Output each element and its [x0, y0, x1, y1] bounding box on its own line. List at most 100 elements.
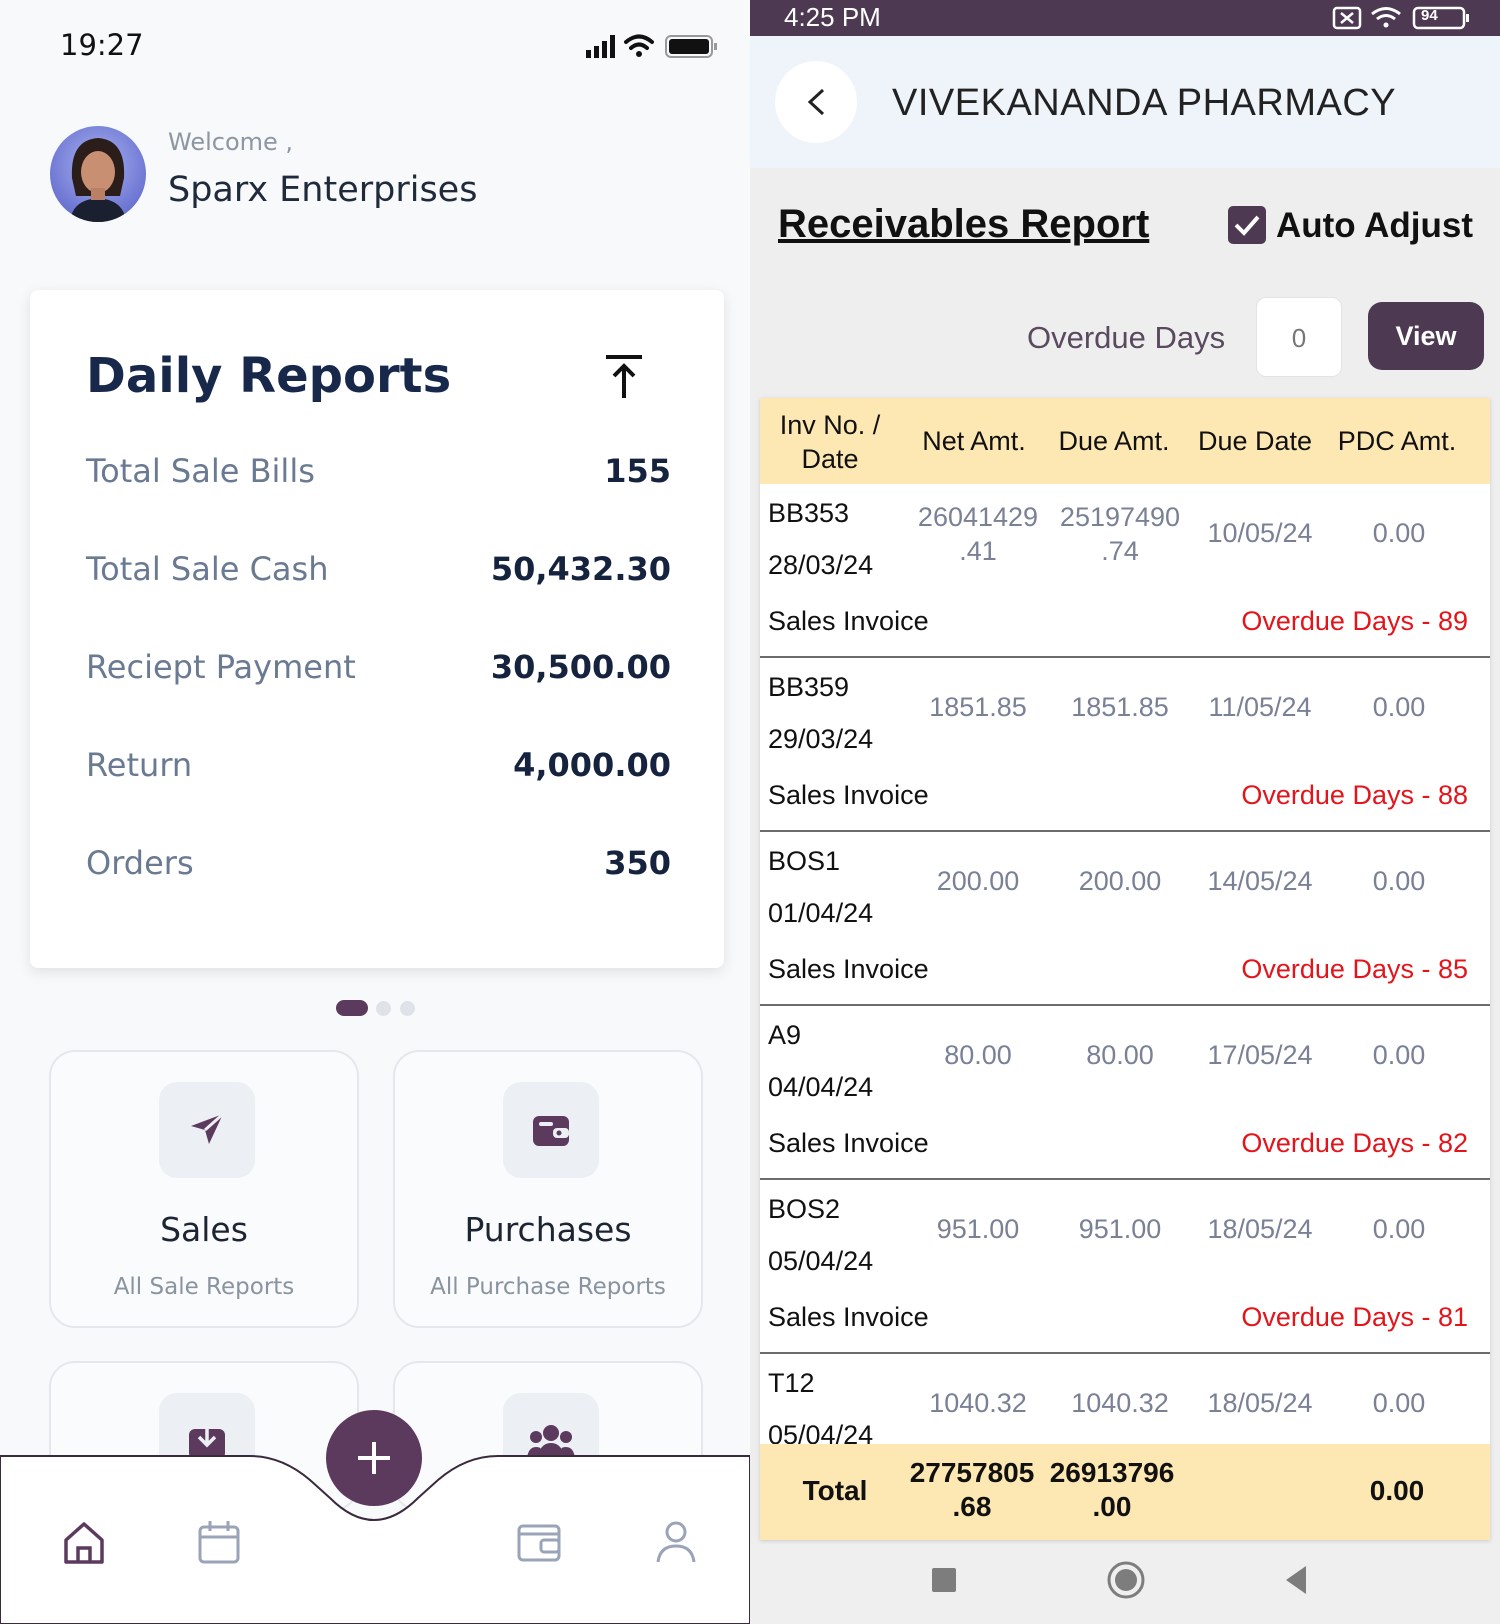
table-row[interactable]: A9 04/04/24 80.00 80.00 17/05/24 0.00 Sa…	[760, 1006, 1490, 1180]
status-icons	[586, 34, 717, 58]
profile-icon[interactable]	[652, 1518, 700, 1566]
wallet-icon[interactable]	[515, 1518, 563, 1566]
due-amt: 1851.85	[1071, 692, 1169, 722]
send-icon	[191, 1112, 224, 1144]
inv-date: 01/04/24	[768, 898, 874, 928]
total-due-amt: 26913796.00	[1049, 1457, 1175, 1522]
card-title: Daily Reports	[86, 348, 452, 404]
calendar-icon[interactable]	[195, 1518, 243, 1566]
report-row-total-sale-cash: Total Sale Cash 50,432.30	[86, 542, 671, 592]
due-date: 18/05/24	[1207, 1388, 1313, 1418]
view-button[interactable]: View	[1368, 302, 1484, 370]
inv-no: BB353	[768, 498, 850, 528]
table-total-row: Total 27757805.68 26913796.00 0.00	[760, 1444, 1490, 1540]
invoice-type: Sales Invoice	[768, 606, 929, 636]
sales-icon-box	[159, 1082, 255, 1178]
inv-date: 05/04/24	[768, 1246, 874, 1276]
status-bar: 4:25 PM 94	[750, 0, 1500, 36]
add-button[interactable]	[326, 1410, 422, 1506]
inv-no: BOS1	[768, 846, 841, 876]
pdc-amt: 0.00	[1372, 692, 1426, 722]
col-due-date: Due Date	[1197, 426, 1313, 456]
carousel-dot[interactable]	[400, 1001, 415, 1016]
carousel-dot[interactable]	[376, 1001, 391, 1016]
row-value: 4,000.00	[513, 746, 671, 784]
due-amt: 200.00	[1078, 866, 1162, 896]
due-amt: 25197490.74	[1059, 502, 1181, 566]
table-row[interactable]: BB353 28/03/24 26041429.41 25197490.74 1…	[760, 484, 1490, 658]
due-date: 18/05/24	[1207, 1214, 1313, 1244]
due-amt: 951.00	[1078, 1214, 1162, 1244]
due-date: 11/05/24	[1208, 692, 1312, 722]
plus-icon	[358, 1442, 390, 1474]
status-time: 4:25 PM	[784, 2, 881, 32]
back-icon[interactable]	[1282, 1564, 1310, 1596]
daily-reports-card: Daily Reports Total Sale Bills 155 Total…	[30, 290, 724, 968]
avatar[interactable]	[50, 126, 146, 222]
pdc-amt: 0.00	[1372, 518, 1426, 548]
total-label: Total	[802, 1475, 868, 1506]
invoice-type: Sales Invoice	[768, 954, 929, 984]
check-icon	[1234, 215, 1260, 236]
home-icon[interactable]	[1106, 1560, 1146, 1600]
table-row[interactable]: BOS2 05/04/24 951.00 951.00 18/05/24 0.0…	[760, 1180, 1490, 1354]
overdue-days-input[interactable]: 0	[1256, 297, 1342, 377]
status-icons	[1332, 6, 1469, 30]
back-button[interactable]	[775, 61, 857, 143]
app-header: VIVEKANANDA PHARMACY	[750, 36, 1500, 168]
pharmacy-title: VIVEKANANDA PHARMACY	[892, 82, 1397, 124]
table-row[interactable]: BOS1 01/04/24 200.00 200.00 14/05/24 0.0…	[760, 832, 1490, 1006]
auto-adjust-checkbox[interactable]	[1228, 206, 1266, 244]
sparx-app-screen: 19:27 Welcome , Sparx Enterprises Daily …	[0, 0, 750, 1624]
tile-title: Purchases	[464, 1210, 632, 1249]
pharmacy-app-screen: 4:25 PM 94 VIVEKANANDA PHARMACY Receivab…	[750, 0, 1500, 1624]
invoice-type: Sales Invoice	[768, 780, 929, 810]
due-amt: 1040.32	[1071, 1388, 1169, 1418]
android-nav-bar	[750, 1544, 1500, 1624]
inv-no: T12	[768, 1368, 815, 1398]
upload-icon[interactable]	[604, 354, 644, 400]
report-row-return: Return 4,000.00	[86, 738, 671, 788]
tile-subtitle: All Sale Reports	[113, 1274, 295, 1300]
no-sim-icon	[1332, 6, 1362, 30]
row-value: 155	[604, 452, 671, 490]
purchases-icon-box	[503, 1082, 599, 1178]
carousel-dot-active[interactable]	[336, 1000, 368, 1016]
due-amt: 80.00	[1086, 1040, 1154, 1070]
carousel-indicator[interactable]	[336, 1000, 420, 1016]
auto-adjust-label: Auto Adjust	[1276, 206, 1473, 245]
due-date: 10/05/24	[1207, 518, 1313, 548]
inv-no: BB359	[768, 672, 850, 702]
status-time: 19:27	[60, 28, 144, 62]
tile-subtitle: All Purchase Reports	[430, 1274, 666, 1300]
due-date: 17/05/24	[1207, 1040, 1313, 1070]
total-net-amt: 27757805.68	[909, 1457, 1035, 1522]
row-label: Orders	[86, 844, 194, 882]
row-label: Total Sale Cash	[86, 550, 329, 588]
total-pdc-amt: 0.00	[1369, 1475, 1425, 1506]
wifi-icon	[1371, 7, 1401, 28]
col-pdc-amt: PDC Amt.	[1337, 426, 1457, 456]
row-label: Return	[86, 746, 193, 784]
row-label: Total Sale Bills	[86, 452, 315, 490]
due-date: 14/05/24	[1207, 866, 1313, 896]
net-amt: 1851.85	[929, 692, 1027, 722]
table-row[interactable]: BB359 29/03/24 1851.85 1851.85 11/05/24 …	[760, 658, 1490, 832]
net-amt: 951.00	[936, 1214, 1020, 1244]
recents-icon[interactable]	[930, 1566, 958, 1594]
report-row-orders: Orders 350	[86, 836, 671, 886]
row-value: 350	[604, 844, 671, 882]
inv-date: 28/03/24	[768, 550, 874, 580]
overdue-days: Overdue Days - 89	[1241, 606, 1468, 636]
row-value: 30,500.00	[490, 648, 671, 686]
home-icon[interactable]	[60, 1518, 108, 1566]
chevron-left-icon	[807, 88, 825, 116]
overdue-days: Overdue Days - 85	[1241, 954, 1468, 984]
report-row-receipt-payment: Reciept Payment 30,500.00	[86, 640, 671, 690]
net-amt: 26041429.41	[917, 502, 1039, 566]
purchases-tile[interactable]: Purchases All Purchase Reports	[393, 1050, 703, 1328]
pdc-amt: 0.00	[1372, 866, 1426, 896]
sales-tile[interactable]: Sales All Sale Reports	[49, 1050, 359, 1328]
pdc-amt: 0.00	[1372, 1388, 1426, 1418]
wifi-icon	[624, 34, 654, 57]
